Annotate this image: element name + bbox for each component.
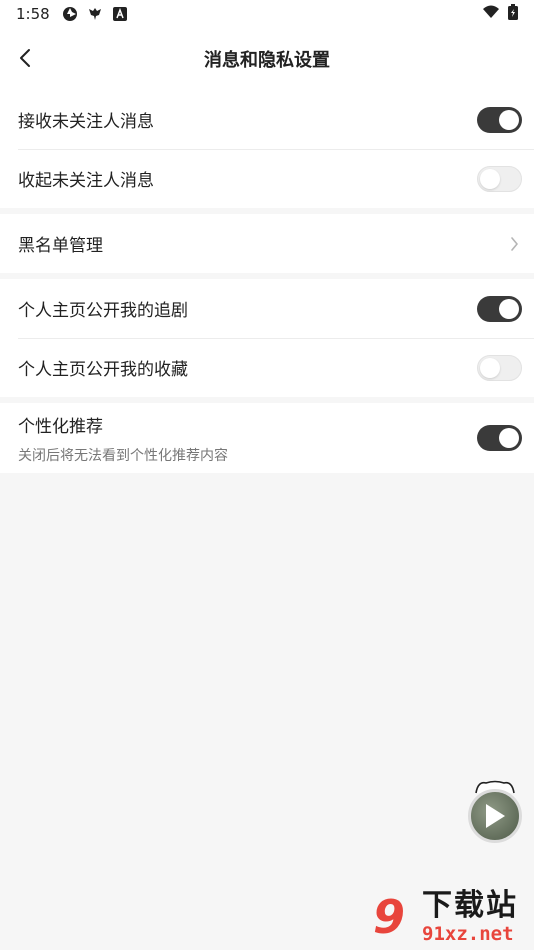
aperture-icon bbox=[62, 6, 78, 22]
receive-unfollowed-row: 接收未关注人消息 bbox=[0, 90, 534, 149]
watermark: 9 下载站 91xz.net bbox=[360, 886, 530, 948]
watermark-texts: 下载站 91xz.net bbox=[422, 888, 518, 946]
page-title: 消息和隐私设置 bbox=[204, 50, 330, 71]
watermark-logo: 9 bbox=[372, 890, 405, 944]
public-favorites-label: 个人主页公开我的收藏 bbox=[18, 360, 188, 380]
wifi-icon bbox=[482, 5, 500, 23]
a-badge-icon bbox=[112, 6, 128, 22]
battery-icon bbox=[508, 4, 518, 24]
public-follow-drama-row: 个人主页公开我的追剧 bbox=[0, 279, 534, 338]
floating-player[interactable] bbox=[468, 779, 522, 845]
receive-unfollowed-toggle[interactable] bbox=[477, 106, 522, 133]
watermark-title: 下载站 bbox=[422, 888, 518, 923]
public-favorites-row: 个人主页公开我的收藏 bbox=[0, 338, 534, 397]
header: 消息和隐私设置 bbox=[0, 28, 534, 90]
collapse-unfollowed-toggle[interactable] bbox=[477, 165, 522, 192]
blacklist-row[interactable]: 黑名单管理 bbox=[0, 214, 534, 273]
chevron-left-icon bbox=[20, 49, 30, 67]
collapse-unfollowed-row: 收起未关注人消息 bbox=[0, 149, 534, 208]
toggle-knob bbox=[499, 428, 519, 448]
personalized-toggle[interactable] bbox=[477, 425, 522, 451]
receive-unfollowed-label: 接收未关注人消息 bbox=[18, 112, 154, 132]
personalized-subtitle: 关闭后将无法看到个性化推荐内容 bbox=[18, 447, 228, 464]
personalized-label: 个性化推荐 bbox=[18, 416, 103, 437]
toggle-knob bbox=[480, 357, 500, 378]
personalized-texts: 个性化推荐 关闭后将无法看到个性化推荐内容 bbox=[18, 412, 477, 465]
toggle-knob bbox=[480, 168, 500, 189]
blacklist-label: 黑名单管理 bbox=[18, 236, 103, 256]
collapse-unfollowed-label: 收起未关注人消息 bbox=[18, 171, 154, 191]
status-time: 1:58 bbox=[16, 5, 50, 23]
status-right bbox=[482, 4, 518, 24]
messages-group: 接收未关注人消息 收起未关注人消息 bbox=[0, 90, 534, 208]
toggle-knob bbox=[499, 298, 519, 319]
toggle-knob bbox=[499, 109, 519, 130]
personalized-row: 个性化推荐 关闭后将无法看到个性化推荐内容 bbox=[0, 403, 534, 473]
public-follow-drama-toggle[interactable] bbox=[477, 295, 522, 322]
status-bar: 1:58 bbox=[0, 0, 534, 28]
public-follow-drama-label: 个人主页公开我的追剧 bbox=[18, 301, 188, 321]
play-icon bbox=[486, 804, 505, 828]
bird-icon bbox=[87, 6, 103, 22]
watermark-domain: 91xz.net bbox=[422, 923, 514, 945]
privacy-group: 个人主页公开我的追剧 个人主页公开我的收藏 bbox=[0, 279, 534, 397]
public-favorites-toggle[interactable] bbox=[477, 354, 522, 381]
back-button[interactable] bbox=[10, 43, 40, 73]
player-disc[interactable] bbox=[468, 789, 522, 843]
personalized-group: 个性化推荐 关闭后将无法看到个性化推荐内容 bbox=[0, 403, 534, 473]
chevron-right-icon bbox=[506, 236, 522, 252]
blacklist-group: 黑名单管理 bbox=[0, 214, 534, 273]
